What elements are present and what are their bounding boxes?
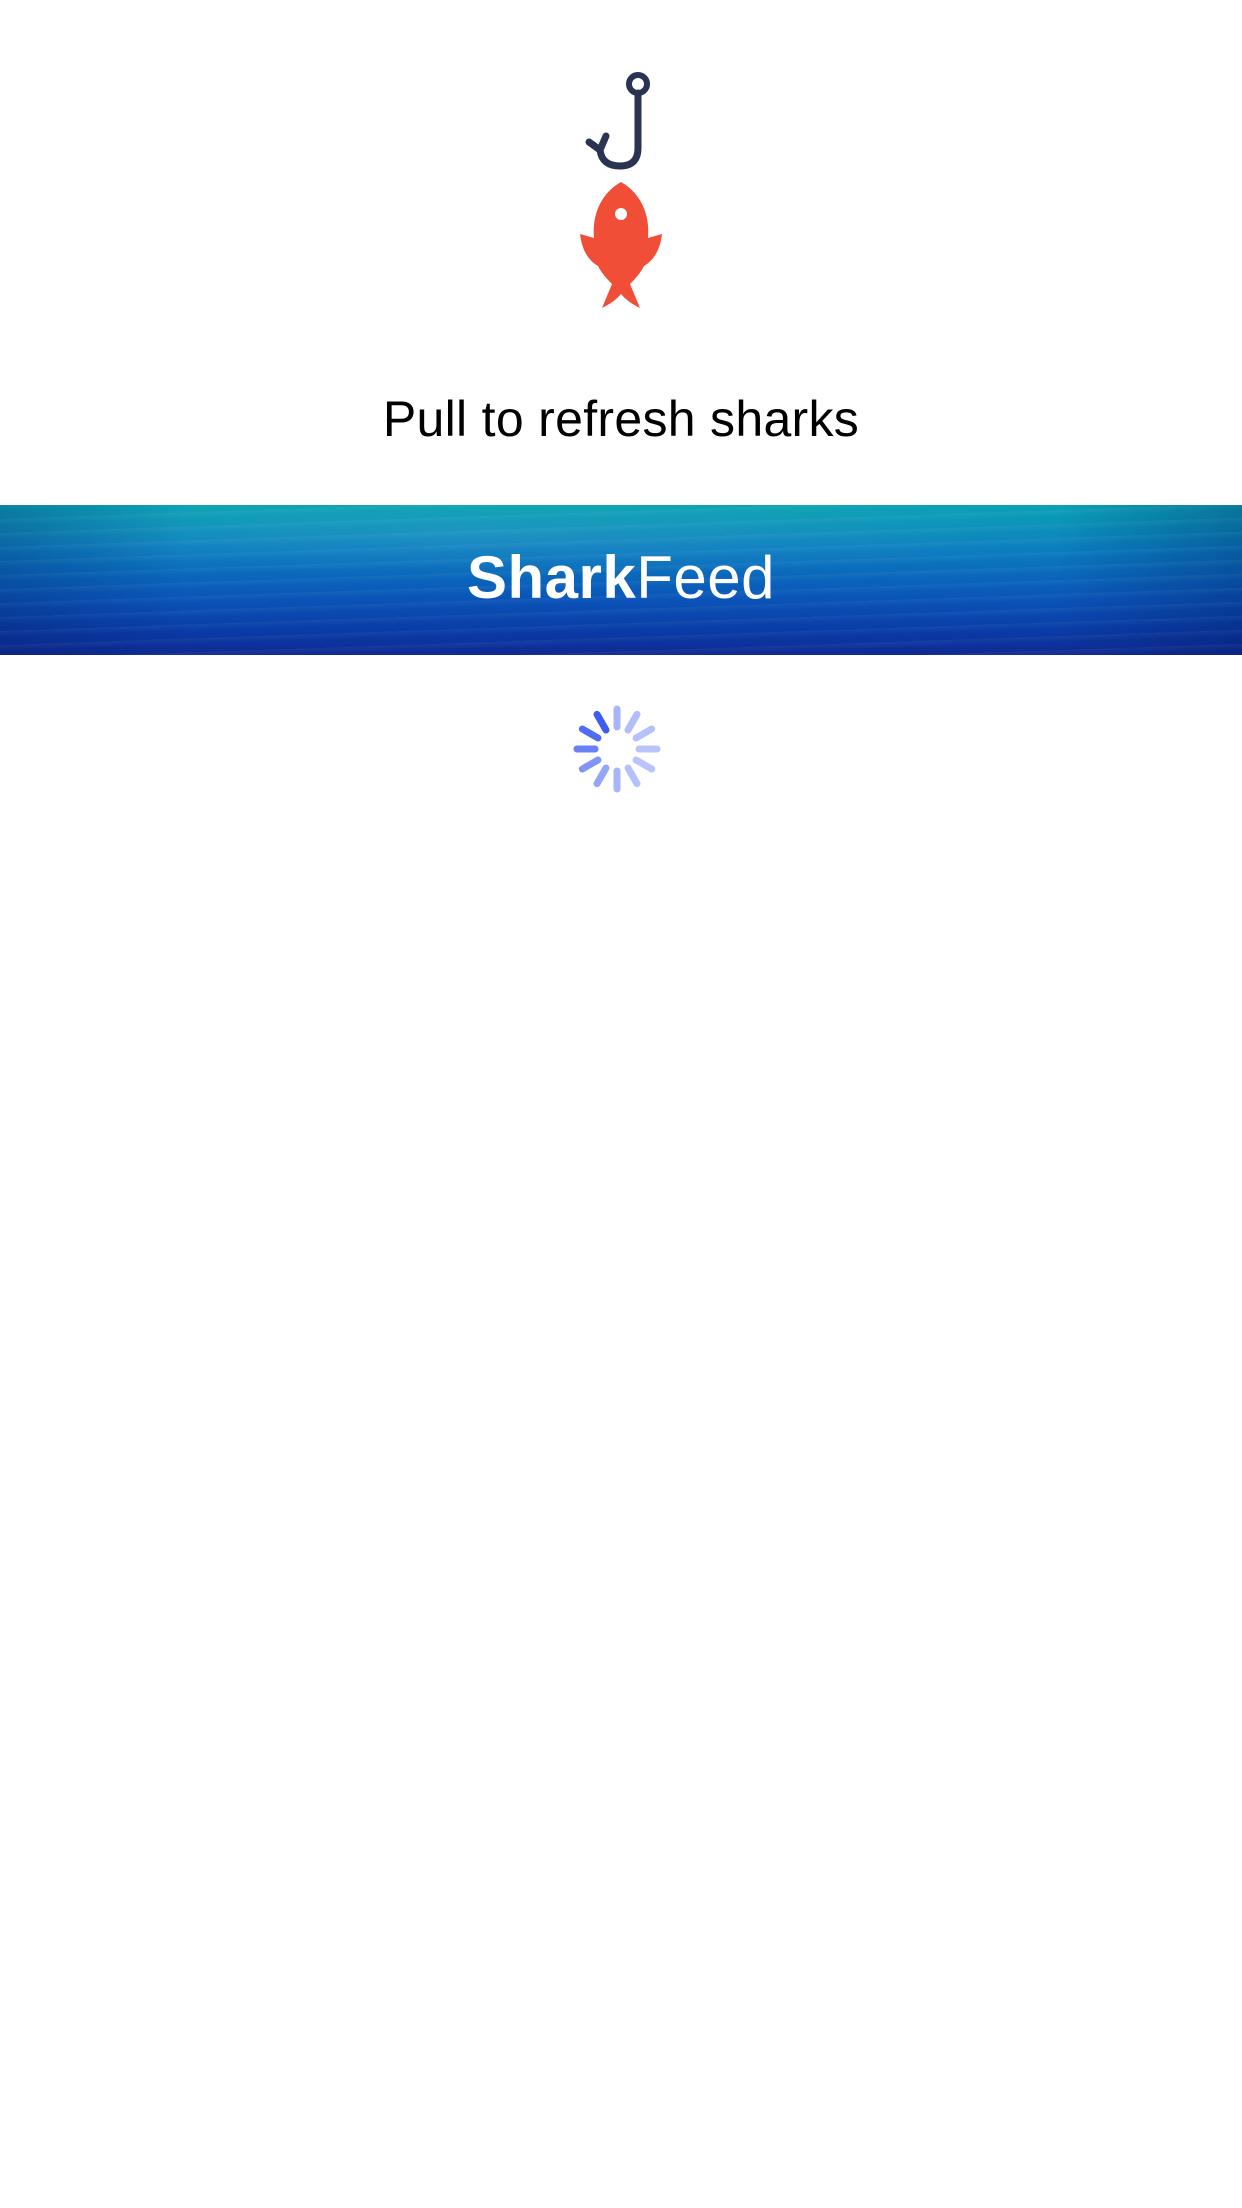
screen: Pull to refresh sharks SharkFeed <box>0 0 1242 2208</box>
navigation-bar: SharkFeed <box>0 505 1242 655</box>
fish-icon <box>580 182 662 308</box>
app-logo-title: SharkFeed <box>0 543 1242 613</box>
pull-to-refresh-label: Pull to refresh sharks <box>382 391 860 447</box>
activity-spinner-icon <box>573 705 661 793</box>
shark-feed-content[interactable] <box>0 655 1242 2208</box>
brand-shark: Shark <box>466 544 637 611</box>
fishing-hook-icon <box>585 72 650 170</box>
brand-feed: Feed <box>636 544 776 611</box>
pull-to-refresh-header[interactable]: Pull to refresh sharks <box>0 0 1242 505</box>
